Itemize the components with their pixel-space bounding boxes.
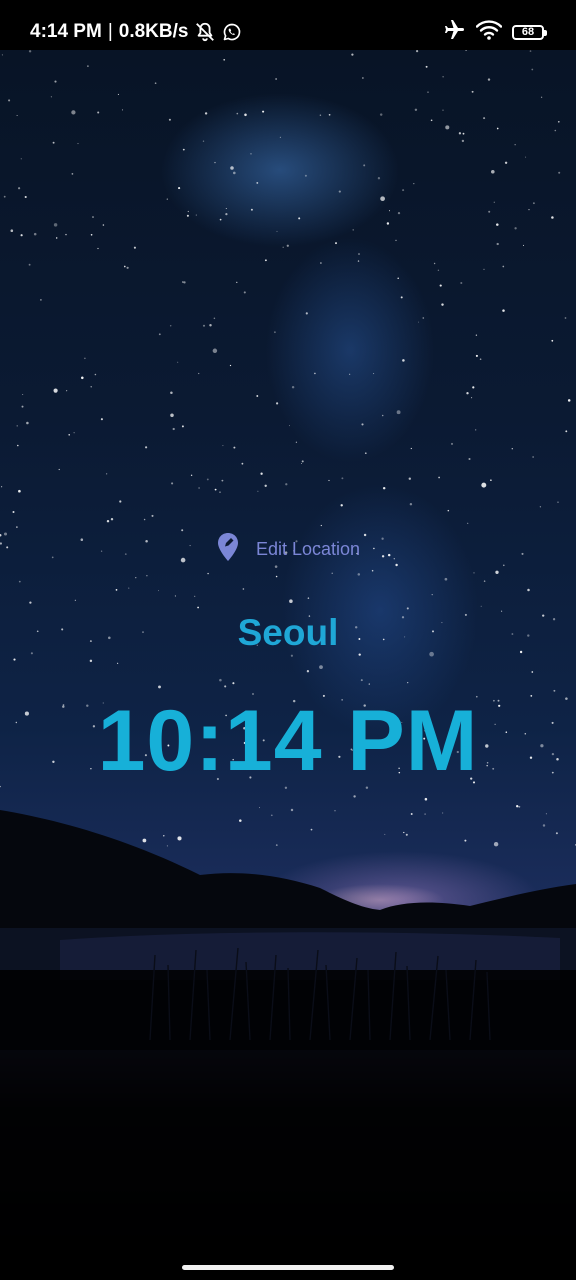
city-name: Seoul [237,612,339,653]
status-bar: 4:14 PM | 0.8KB/s 68 [0,0,576,50]
network-speed: 0.8KB/s [118,21,189,42]
battery-icon: 68 [512,24,547,40]
whatsapp-icon [222,22,242,42]
location-pin-icon [216,532,240,567]
edit-location-label: Edit Location [255,539,361,559]
notifications-muted-icon [194,21,216,43]
home-indicator[interactable] [182,1265,394,1270]
wifi-icon [475,19,503,46]
status-left: 4:14 PM | 0.8KB/s [30,20,242,44]
status-time: 4:14 PM [30,21,102,42]
screen: 4:14 PM | 0.8KB/s 68 Edit Location Seoul… [0,0,576,1280]
edit-location-button[interactable]: Edit Location [0,532,576,567]
night-sky-wallpaper [0,50,576,1280]
status-right: 68 [442,18,547,47]
status-separator: | [107,21,113,42]
airplane-mode-icon [442,18,466,47]
clock-time: 10:14 PM [97,693,479,789]
battery-level: 68 [521,25,535,38]
landscape-silhouette [0,810,576,1280]
